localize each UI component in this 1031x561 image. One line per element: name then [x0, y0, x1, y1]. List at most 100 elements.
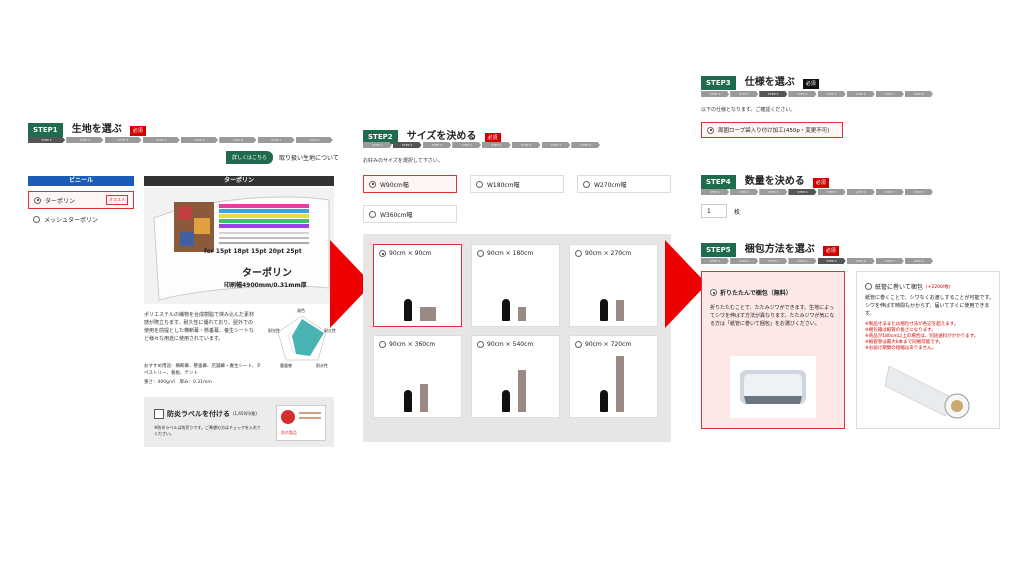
radio-icon — [477, 250, 484, 257]
spec-option-label: 周囲ロープ袋入り付け加工(450p・変更不可) — [718, 128, 830, 134]
size-option-label: 90cm × 360cm — [389, 341, 436, 348]
progress-step: STEP 2 — [730, 189, 759, 195]
fabric-usage: おすすめ用途：横断幕、懸垂幕、店舗幕・養生シート、タペストリー、看板、テント — [144, 364, 261, 376]
progress-step: STEP 3 — [422, 142, 452, 148]
progress-step: STEP 2 — [66, 137, 104, 143]
width-option-360[interactable]: W360cm幅 — [363, 205, 457, 223]
progress-step: STEP 7 — [875, 189, 904, 195]
size-option-label: 90cm × 720cm — [585, 341, 632, 348]
width-option-180[interactable]: W180cm幅 — [470, 175, 564, 193]
size-option-label: 90cm × 90cm — [389, 250, 432, 257]
fabric-spec: 重さ：400g/㎡ 厚み：0.31mm — [144, 380, 212, 385]
step5-progress: STEP 1 STEP 2 STEP 3 STEP 4 STEP 5 STEP … — [701, 258, 934, 264]
step4-badge: STEP4 — [701, 175, 736, 189]
step3-required-badge: 必須 — [802, 79, 819, 89]
fabric-details-button[interactable]: 詳しくはこちら — [226, 151, 274, 164]
quantity-input[interactable]: 1 — [701, 204, 727, 218]
radio-icon — [575, 250, 582, 257]
progress-step: STEP 3 — [104, 137, 142, 143]
progress-step: STEP 3 — [759, 189, 788, 195]
radar-label: 発色 — [297, 308, 305, 313]
size-option-card[interactable]: 90cm × 360cm — [373, 335, 462, 418]
radio-icon — [369, 210, 376, 218]
step4-required-badge: 必須 — [812, 178, 829, 188]
fabric-info-row: 詳しくはこちら 取り扱い生地について — [226, 151, 339, 164]
progress-step: STEP 4 — [788, 91, 817, 97]
progress-step: STEP 6 — [846, 189, 875, 195]
checkbox-icon[interactable] — [154, 409, 164, 419]
progress-step: STEP 7 — [257, 137, 295, 143]
size-option-label: 90cm × 180cm — [487, 250, 534, 257]
tab-vinyl[interactable]: ビニール — [28, 176, 134, 186]
width-option-90[interactable]: W90cm幅 — [363, 175, 457, 193]
spec-option-rope[interactable]: 周囲ロープ袋入り付け加工(450p・変更不可) — [701, 122, 843, 138]
progress-step: STEP 7 — [875, 91, 904, 97]
sample-name-text: ターポリン — [242, 268, 292, 279]
flame-label-box: 防炎ラベルを付ける (1,650円/枚) ※防炎ラベルは別売りです。ご希望の方は… — [144, 397, 334, 447]
fabric-option-label: メッシュターポリン — [44, 216, 99, 224]
step4-header: STEP4 数量を決める 必須 — [701, 169, 829, 189]
size-illustration — [492, 354, 542, 414]
size-option-label: 90cm × 270cm — [585, 250, 632, 257]
width-option-label: W90cm幅 — [380, 181, 409, 189]
step2-instruction: お好みのサイズを選択して下さい。 — [363, 158, 443, 164]
progress-step: STEP 4 — [142, 137, 180, 143]
folded-package-image — [730, 356, 816, 418]
size-option-card[interactable]: 90cm × 540cm — [471, 335, 560, 418]
progress-step: STEP 2 — [730, 91, 759, 97]
progress-step: STEP 1 — [701, 258, 730, 264]
sample-spec-text: 印刷幅4900mm/0.31mm厚 — [224, 282, 307, 289]
width-option-label: W180cm幅 — [487, 181, 520, 189]
size-option-card[interactable]: 90cm × 180cm — [471, 244, 560, 327]
progress-step: STEP 1 — [701, 91, 730, 97]
step5-header: STEP5 梱包方法を選ぶ 必須 — [701, 237, 839, 257]
step4-title: 数量を決める — [744, 176, 805, 187]
progress-step: STEP 8 — [295, 137, 333, 143]
tab-tarpaulin[interactable]: ターポリン — [144, 176, 334, 186]
progress-step: STEP 5 — [482, 142, 511, 148]
step3-instruction: 以下の仕様となります。ご確認ください。 — [701, 107, 796, 113]
fabric-option-tarpaulin[interactable]: ターポリン オススメ — [28, 191, 134, 209]
progress-step: STEP 4 — [788, 189, 817, 195]
fabric-radar-chart: 発色 耐久性 耐水性 重量感 耐光性 — [266, 308, 338, 372]
step2-header: STEP2 サイズを決める 必須 — [363, 124, 501, 144]
size-option-card[interactable]: 90cm × 270cm — [569, 244, 658, 327]
size-option-card[interactable]: 90cm × 90cm — [373, 244, 462, 327]
progress-step: STEP 8 — [904, 258, 933, 264]
step2-title: サイズを決める — [406, 131, 477, 142]
flame-seal-icon — [281, 410, 295, 424]
size-option-label: 90cm × 540cm — [487, 341, 534, 348]
size-option-header: 90cm × 720cm — [570, 336, 657, 353]
size-illustration — [590, 263, 640, 323]
packing-option-title: 折りたたんで梱包（無料） — [720, 290, 792, 297]
packing-option-tube[interactable]: 紙管に巻いて梱包 (+2200/枚) 紙管に巻くことで、シワなくお渡しすることが… — [856, 271, 1000, 429]
progress-step: STEP 8 — [904, 189, 933, 195]
width-option-270[interactable]: W270cm幅 — [577, 175, 671, 193]
packing-option-notes: ※製品寸法または梱包寸法が各辺を超えます。 ※梱包箱は紙管の長さになります。 ※… — [865, 322, 997, 352]
progress-step: STEP 5 — [817, 91, 846, 97]
person-silhouette-icon — [502, 390, 510, 412]
packing-option-title: 紙管に巻いて梱包 — [875, 284, 923, 291]
step3-badge: STEP3 — [701, 76, 736, 90]
banner-size-shape — [420, 384, 428, 412]
flame-label-option[interactable]: 防炎ラベルを付ける (1,650円/枚) — [154, 409, 257, 419]
radio-icon — [477, 341, 484, 348]
size-option-card[interactable]: 90cm × 720cm — [569, 335, 658, 418]
fabric-option-mesh[interactable]: メッシュターポリン — [28, 211, 134, 227]
progress-step: STEP 3 — [759, 91, 788, 97]
size-grid: 90cm × 90cm 90cm × 180cm 90cm × 270cm 90cm … — [363, 234, 671, 442]
packing-option-folded[interactable]: 折りたたんで梱包（無料） 折りたたむことで、たたみジワができます。生地によってシ… — [701, 271, 845, 429]
packing-option-header: 折りたたんで梱包（無料） — [710, 288, 792, 297]
fabric-info-link[interactable]: 取り扱い生地について — [279, 153, 339, 162]
progress-step: STEP 8 — [904, 91, 933, 97]
radio-icon — [33, 215, 40, 223]
banner-size-shape — [616, 300, 624, 321]
step2-progress: STEP 1 STEP 2 STEP 3 STEP 4 STEP 5 STEP … — [363, 142, 601, 148]
radar-label: 耐久性 — [324, 328, 336, 333]
radio-icon — [476, 180, 483, 188]
progress-step: STEP 7 — [541, 142, 571, 148]
step1-badge: STEP1 — [28, 123, 63, 137]
size-option-header: 90cm × 180cm — [472, 245, 559, 262]
radio-icon — [34, 196, 41, 204]
progress-step: STEP 4 — [788, 258, 817, 264]
